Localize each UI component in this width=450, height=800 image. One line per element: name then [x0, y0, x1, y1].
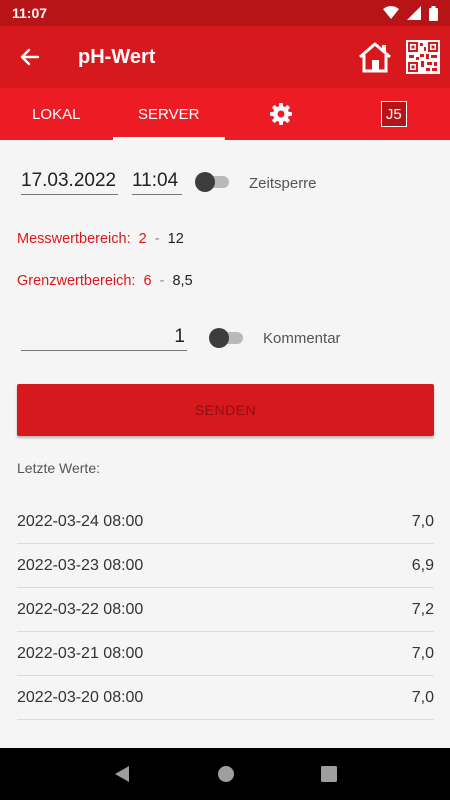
messwert-max: 12 [167, 231, 184, 247]
home-icon[interactable] [358, 41, 392, 73]
zeitsperre-label: Zeitsperre [249, 175, 317, 192]
kommentar-switch[interactable] [209, 326, 245, 350]
date-field[interactable]: 17.03.2022 [21, 170, 118, 195]
switch-thumb [195, 172, 215, 192]
messwertbereich: Messwertbereich: 2 - 12 [17, 231, 184, 247]
list-item-date: 2022-03-21 08:00 [17, 644, 144, 662]
status-bar: 11:07 [0, 0, 450, 26]
list-item[interactable]: 2022-03-21 08:00 7,0 [17, 632, 434, 676]
back-button[interactable] [0, 26, 60, 88]
list-item-value: 7,0 [411, 512, 434, 530]
send-button[interactable]: SENDEN [17, 384, 434, 436]
zeitsperre-switch[interactable] [195, 170, 231, 194]
list-item-date: 2022-03-24 08:00 [17, 512, 144, 530]
page-title: pH-Wert [78, 45, 156, 68]
list-item[interactable]: 2022-03-20 08:00 7,0 [17, 676, 434, 720]
grenzwertbereich: Grenzwertbereich: 6 - 8,5 [17, 273, 193, 289]
value-input[interactable]: 1 [21, 326, 187, 351]
app-bar-actions [358, 40, 450, 74]
tab-bar: LOKAL SERVER J5 [0, 88, 450, 140]
tab-settings[interactable] [225, 88, 338, 140]
battery-icon [429, 5, 438, 21]
grenzwert-min: 6 [143, 273, 152, 289]
list-item-date: 2022-03-22 08:00 [17, 600, 144, 618]
last-values-label: Letzte Werte: [17, 460, 101, 476]
wifi-icon [383, 6, 399, 19]
tab-j5[interactable]: J5 [338, 88, 450, 140]
list-item[interactable]: 2022-03-23 08:00 6,9 [17, 544, 434, 588]
tab-lokal-label: LOKAL [32, 105, 81, 123]
qr-code-icon[interactable] [406, 40, 440, 74]
kommentar-label: Kommentar [263, 330, 341, 347]
list-item-date: 2022-03-23 08:00 [17, 556, 144, 574]
content-area: 17.03.2022 11:04 Zeitsperre Messwertbere… [0, 140, 450, 748]
messwert-separator: - [154, 231, 160, 247]
gear-icon [270, 103, 293, 125]
app-bar: pH-Wert [0, 26, 450, 88]
signal-icon [407, 6, 421, 20]
grenzwert-separator: - [159, 273, 165, 289]
list-item-value: 7,0 [411, 644, 434, 662]
list-item-value: 7,2 [411, 600, 434, 618]
list-item[interactable]: 2022-03-24 08:00 7,0 [17, 500, 434, 544]
tab-server[interactable]: SERVER [112, 88, 226, 140]
switch-thumb [209, 328, 229, 348]
grenzwert-max: 8,5 [172, 273, 193, 289]
last-values-list: 2022-03-24 08:00 7,0 2022-03-23 08:00 6,… [17, 500, 434, 720]
messwertbereich-label: Messwertbereich: [17, 231, 131, 247]
status-time: 11:07 [12, 5, 48, 21]
tab-lokal[interactable]: LOKAL [0, 88, 113, 140]
system-nav-bar [0, 748, 450, 800]
nav-back-icon[interactable] [113, 765, 131, 783]
list-item-value: 7,0 [411, 688, 434, 706]
tab-server-label: SERVER [138, 105, 200, 123]
list-item-value: 6,9 [411, 556, 434, 574]
grenzwertbereich-label: Grenzwertbereich: [17, 273, 136, 289]
arrow-back-icon [20, 48, 40, 66]
nav-recents-icon[interactable] [321, 766, 337, 782]
time-field[interactable]: 11:04 [132, 170, 182, 195]
j5-logo: J5 [380, 101, 407, 127]
list-item[interactable]: 2022-03-22 08:00 7,2 [17, 588, 434, 632]
nav-home-icon[interactable] [217, 765, 235, 783]
list-item-date: 2022-03-20 08:00 [17, 688, 144, 706]
messwert-min: 2 [138, 231, 147, 247]
system-icons [383, 5, 438, 21]
